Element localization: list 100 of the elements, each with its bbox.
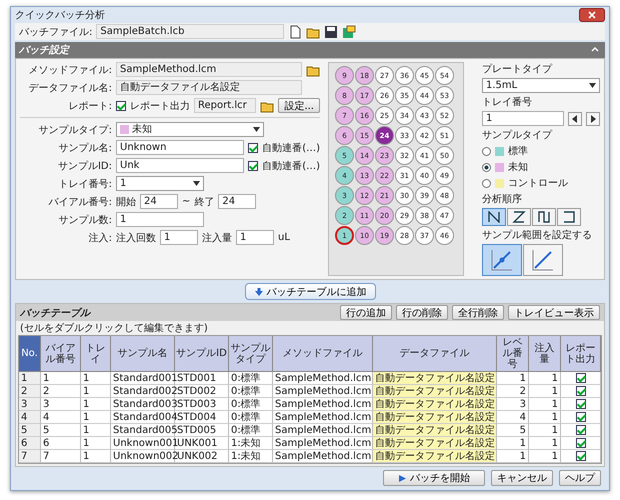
footer-button[interactable]: キャンセル (491, 470, 553, 486)
column-header[interactable]: レポート出力 (561, 336, 601, 372)
table-cell: 5 (41, 424, 81, 437)
table-action-button[interactable]: トレイビュー表示 (508, 305, 600, 320)
table-cell: 1:未知 (229, 437, 273, 450)
report-checkbox-label: レポート出力 (130, 100, 190, 112)
report-output-checkbox[interactable] (576, 386, 586, 396)
table-cell: 4 (41, 411, 81, 424)
table-action-button[interactable]: 行の削除 (396, 305, 448, 320)
table-cell: 自動データファイル名設定 (373, 437, 497, 450)
data-file-label: データファイル名: (28, 82, 112, 94)
table-action-button[interactable]: 全行削除 (452, 305, 504, 320)
caret-icon (589, 83, 596, 88)
table-cell: Standard002 (111, 385, 175, 398)
table-cell: 1 (529, 450, 561, 463)
tray-dropdown[interactable]: 1 (116, 176, 204, 191)
report-output-checkbox[interactable] (576, 412, 586, 422)
table-cell: 0:標準 (229, 385, 273, 398)
report-output-checkbox[interactable] (576, 399, 586, 409)
table-cell: 4 (19, 411, 41, 424)
column-header[interactable]: レベル番号 (497, 336, 529, 372)
table-cell: 7 (41, 450, 81, 463)
range-separator: ~ (182, 196, 190, 207)
table-cell: 2 (19, 385, 41, 398)
report-file-field: Report.lcr (194, 98, 256, 113)
vial-end-label: 終了 (194, 196, 214, 208)
column-header[interactable]: サンプル名 (111, 336, 175, 372)
column-header[interactable]: No. (19, 336, 41, 372)
table-cell: 3 (19, 398, 41, 411)
column-header[interactable]: メソッドファイル (273, 336, 373, 372)
close-button[interactable] (579, 8, 605, 22)
batch-file-field: SampleBatch.lcb (96, 24, 284, 39)
sample-type-label: サンプルタイプ: (38, 124, 112, 136)
sample-id-field[interactable]: Unk (116, 158, 244, 173)
path-pattern-icon (537, 211, 551, 223)
table-hint: (セルをダブルクリックして編集できます) (19, 322, 209, 335)
report-output-checkbox[interactable] (576, 425, 586, 435)
report-output-checkbox[interactable] (576, 451, 586, 461)
data-file-field: 自動データファイル名設定 (116, 80, 302, 95)
column-header[interactable]: サンプルID (175, 336, 229, 372)
plate-type-dropdown[interactable]: 1.5mL (482, 78, 600, 93)
next-button[interactable] (586, 112, 600, 126)
order-pattern-button[interactable] (507, 208, 531, 226)
report-output-checkbox[interactable] (576, 438, 586, 448)
sample-type-dropdown[interactable]: 未知 (116, 122, 264, 137)
table-cell: 1 (19, 372, 41, 385)
table-cell: Standard004 (111, 411, 175, 424)
diagonal-range-icon (530, 247, 556, 273)
caret-icon (253, 127, 260, 132)
add-to-table-button[interactable]: バッチテーブルに追加 (244, 283, 376, 300)
table-cell: 1 (529, 411, 561, 424)
table-action-button[interactable]: 行の追加 (340, 305, 392, 320)
down-arrow-icon (254, 286, 264, 296)
sample-count-spinner[interactable]: 1 (116, 212, 204, 227)
table-cell: 1 (81, 411, 111, 424)
table-cell: STD001 (175, 372, 229, 385)
column-header[interactable]: データファイル (373, 336, 497, 372)
report-checkbox[interactable] (116, 100, 126, 110)
sample-type-option: 標準 (508, 144, 528, 158)
sample-type-radio[interactable] (482, 162, 491, 172)
table-cell: SampleMethod.lcm (273, 450, 373, 463)
column-header[interactable]: サンプルタイプ (229, 336, 273, 372)
table-cell: 自動データファイル名設定 (373, 398, 497, 411)
sample-type-radio[interactable] (482, 146, 491, 156)
table-cell: 1:未知 (229, 450, 273, 463)
footer-button[interactable]: ヘルプ (559, 470, 601, 486)
range-mode-button[interactable] (482, 244, 522, 276)
save-as-icon[interactable] (342, 24, 356, 38)
new-file-icon[interactable] (288, 24, 302, 38)
previous-button[interactable] (568, 112, 582, 126)
table-cell: 1 (497, 437, 529, 450)
path-pattern-icon (512, 211, 526, 223)
table-cell: 1 (81, 437, 111, 450)
table-cell: 7 (19, 450, 41, 463)
injection-count-spinner[interactable]: 1 (160, 230, 198, 245)
column-header[interactable]: 注入量 (529, 336, 561, 372)
order-pattern-button[interactable] (532, 208, 556, 226)
injection-volume-field[interactable]: 1 (236, 230, 274, 245)
column-header[interactable]: バイアル番号 (41, 336, 81, 372)
tray-number-field[interactable]: 1 (482, 111, 564, 126)
auto-number-checkbox[interactable] (248, 142, 258, 152)
sample-type-radio[interactable] (482, 178, 491, 188)
save-icon[interactable] (324, 24, 338, 38)
table-cell: 1 (529, 372, 561, 385)
order-label: 分析順序 (482, 192, 523, 206)
path-pattern-icon (487, 211, 501, 223)
table-cell: 自動データファイル名設定 (373, 372, 497, 385)
order-pattern-button[interactable] (482, 208, 506, 226)
plate-type-label: プレートタイプ (482, 62, 554, 76)
footer-button[interactable]: バッチを開始 (383, 470, 485, 486)
order-pattern-button[interactable] (557, 208, 581, 226)
range-mode-button[interactable] (523, 244, 563, 276)
sample-name-field[interactable]: Unknown (116, 140, 244, 155)
column-header[interactable]: トレイ (81, 336, 111, 372)
vial-start-label: 開始 (116, 196, 136, 208)
vial-start-spinner[interactable]: 24 (140, 194, 178, 209)
vial-end-spinner[interactable]: 24 (218, 194, 256, 209)
report-settings-button[interactable]: 設定... (278, 98, 320, 113)
report-output-checkbox[interactable] (576, 373, 586, 383)
auto-number-checkbox[interactable] (248, 160, 258, 170)
